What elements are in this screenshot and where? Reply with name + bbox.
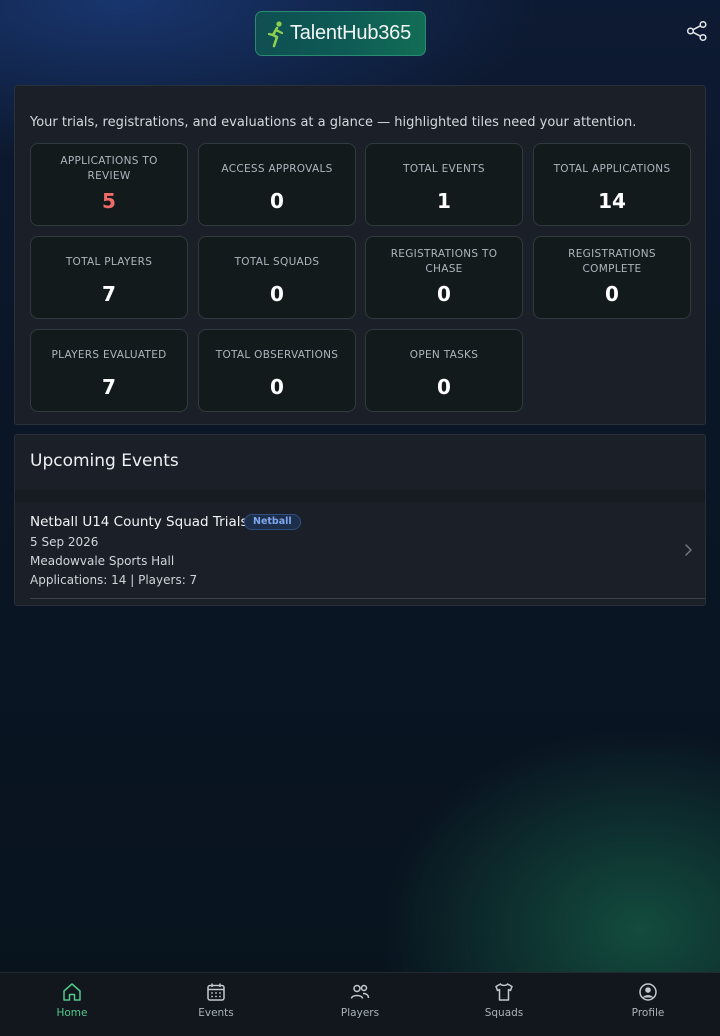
tile-applications-to-review[interactable]: APPLICATIONS TO REVIEW 5 [30, 143, 188, 226]
tile-total-players[interactable]: TOTAL PLAYERS 7 [30, 236, 188, 319]
tile-total-squads[interactable]: TOTAL SQUADS 0 [198, 236, 356, 319]
tile-label: TOTAL SQUADS [234, 255, 320, 268]
nav-home[interactable]: Home [0, 973, 144, 1036]
tile-label: TOTAL EVENTS [403, 162, 485, 175]
tile-value: 7 [102, 282, 116, 306]
tile-value: 0 [437, 282, 451, 306]
nav-label: Home [56, 1007, 88, 1019]
top-bar: TalentHub365 [0, 0, 720, 70]
section-divider [15, 490, 705, 502]
event-stats: Applications: 14 | Players: 7 [30, 573, 198, 587]
row-divider [30, 598, 705, 599]
tile-label: APPLICATIONS TO REVIEW [60, 155, 158, 182]
nav-squads[interactable]: Squads [432, 973, 576, 1036]
profile-icon [639, 983, 657, 1001]
chevron-right-icon [685, 544, 692, 556]
tile-label: REGISTRATIONS COMPLETE [568, 248, 656, 275]
event-list-item[interactable]: Netball U14 County Squad Trials Netball … [15, 502, 705, 599]
event-name: Netball U14 County Squad Trials [30, 514, 248, 530]
nav-events[interactable]: Events [144, 973, 288, 1036]
tile-open-tasks[interactable]: OPEN TASKS 0 [365, 329, 523, 412]
bottom-nav: Home Events Players Squads Profile [0, 972, 720, 1036]
upcoming-events-title: Upcoming Events [30, 451, 179, 471]
tile-value: 0 [605, 282, 619, 306]
app-logo-text: TalentHub365 [290, 22, 412, 44]
nav-label: Profile [631, 1007, 665, 1019]
tile-label: TOTAL PLAYERS [65, 255, 153, 268]
tile-label: REGISTRATIONS TO CHASE [390, 248, 498, 275]
tile-players-evaluated[interactable]: PLAYERS EVALUATED 7 [30, 329, 188, 412]
tile-label: TOTAL APPLICATIONS [553, 162, 671, 175]
home-icon [63, 983, 81, 1001]
calendar-icon [207, 983, 225, 1001]
sport-badge: Netball [244, 514, 301, 530]
tile-registrations-to-chase[interactable]: REGISTRATIONS TO CHASE 0 [365, 236, 523, 319]
tile-total-applications[interactable]: TOTAL APPLICATIONS 14 [533, 143, 691, 226]
tile-registrations-complete[interactable]: REGISTRATIONS COMPLETE 0 [533, 236, 691, 319]
dashboard-intro: Your trials, registrations, and evaluati… [30, 115, 637, 130]
tile-value: 7 [102, 375, 116, 399]
upcoming-events-panel: Upcoming Events Netball U14 County Squad… [14, 434, 706, 606]
tile-total-observations[interactable]: TOTAL OBSERVATIONS 0 [198, 329, 356, 412]
tile-value: 5 [102, 189, 116, 213]
nav-label: Squads [484, 1007, 524, 1019]
tile-value: 0 [270, 282, 284, 306]
tile-value: 1 [437, 189, 451, 213]
app-logo[interactable]: TalentHub365 [255, 11, 426, 56]
nav-label: Events [198, 1007, 234, 1019]
event-venue: Meadowvale Sports Hall [30, 554, 175, 568]
nav-players[interactable]: Players [288, 973, 432, 1036]
tile-total-events[interactable]: TOTAL EVENTS 1 [365, 143, 523, 226]
tile-value: 0 [437, 375, 451, 399]
nav-profile[interactable]: Profile [576, 973, 720, 1036]
share-icon[interactable] [686, 20, 708, 42]
shirt-icon [495, 983, 513, 1001]
event-date: 5 Sep 2026 [30, 535, 99, 549]
nav-label: Players [340, 1007, 380, 1019]
stats-panel: Your trials, registrations, and evaluati… [14, 85, 706, 425]
tile-label: ACCESS APPROVALS [221, 162, 333, 175]
tile-label: OPEN TASKS [409, 348, 479, 361]
players-icon [350, 984, 370, 999]
tile-value: 0 [270, 375, 284, 399]
tile-value: 14 [598, 189, 626, 213]
tile-label: PLAYERS EVALUATED [51, 348, 167, 361]
runner-logo-icon [267, 20, 284, 47]
tile-value: 0 [270, 189, 284, 213]
tile-access-approvals[interactable]: ACCESS APPROVALS 0 [198, 143, 356, 226]
tile-label: TOTAL OBSERVATIONS [215, 348, 339, 361]
